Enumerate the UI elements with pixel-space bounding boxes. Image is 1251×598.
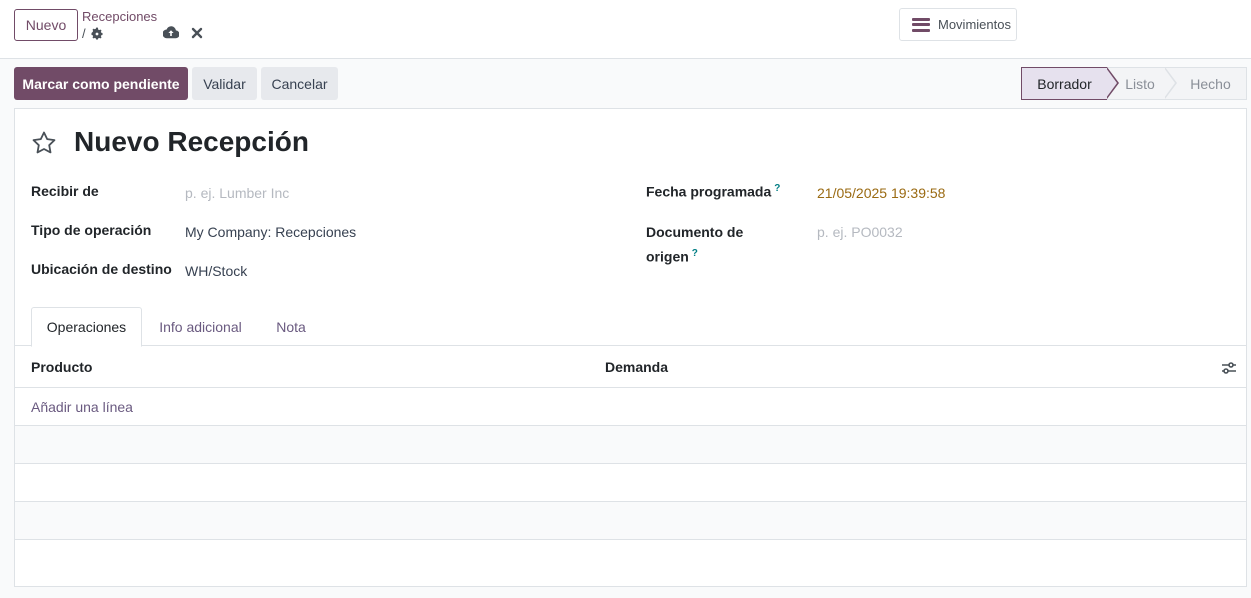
mark-as-todo-button[interactable]: Marcar como pendiente — [14, 67, 188, 100]
tab-operations[interactable]: Operaciones — [31, 307, 142, 347]
table-row — [15, 426, 1246, 464]
column-settings-icon[interactable] — [1221, 360, 1237, 376]
stage-done-label: Hecho — [1190, 75, 1231, 92]
help-tooltip-icon[interactable]: ? — [774, 183, 780, 194]
record-title: Nuevo Recepción — [74, 126, 309, 157]
hamburger-icon — [912, 17, 930, 32]
gear-icon[interactable] — [90, 27, 104, 41]
destination-location-field[interactable]: WH/Stock — [185, 263, 247, 279]
stage-done[interactable]: Hecho — [1165, 67, 1247, 100]
stage-arrow — [1164, 67, 1177, 99]
breadcrumb-separator: / — [82, 26, 86, 41]
source-document-label: Documento de origen? — [646, 222, 743, 268]
breadcrumb: Recepciones / — [82, 9, 157, 41]
close-icon[interactable] — [191, 26, 203, 39]
tab-additional-info[interactable]: Info adicional — [153, 307, 248, 346]
stage-pipeline: Borrador Listo Hecho — [1021, 67, 1247, 100]
stage-draft[interactable]: Borrador — [1021, 67, 1119, 100]
stage-ready-label: Listo — [1125, 75, 1155, 92]
table-row — [15, 464, 1246, 502]
column-header-product[interactable]: Producto — [31, 359, 92, 375]
new-button[interactable]: Nuevo — [14, 9, 78, 41]
source-document-label-line1: Documento de — [646, 224, 744, 240]
column-header-demand[interactable]: Demanda — [605, 359, 668, 375]
scheduled-date-label: Fecha programada? — [646, 183, 780, 200]
receive-from-label: Recibir de — [31, 183, 99, 199]
help-tooltip-icon[interactable]: ? — [692, 248, 698, 259]
star-icon[interactable] — [31, 130, 57, 156]
control-panel: Nuevo Recepciones / Movimientos — [0, 0, 1251, 59]
movements-button[interactable]: Movimientos — [899, 8, 1017, 41]
source-document-label-line2: origen — [646, 248, 689, 265]
scheduled-date-field[interactable]: 21/05/2025 19:39:58 — [817, 185, 945, 201]
validate-button[interactable]: Validar — [192, 67, 257, 100]
notebook-tabs: Operaciones Info adicional Nota — [15, 307, 1246, 347]
table-row: Añadir una línea — [15, 388, 1246, 426]
scheduled-date-label-text: Fecha programada — [646, 183, 772, 200]
operation-type-field[interactable]: My Company: Recepciones — [185, 224, 356, 240]
status-bar: Marcar como pendiente Validar Cancelar B… — [0, 60, 1251, 108]
table-row — [15, 502, 1246, 540]
receive-from-input[interactable]: p. ej. Lumber Inc — [185, 185, 289, 201]
table-header: Producto Demanda — [15, 347, 1246, 388]
operation-type-label: Tipo de operación — [31, 222, 152, 238]
cloud-upload-icon[interactable] — [162, 25, 180, 39]
movements-button-label: Movimientos — [938, 17, 1011, 32]
add-line-link[interactable]: Añadir una línea — [31, 399, 133, 415]
source-document-input[interactable]: p. ej. PO0032 — [817, 224, 903, 240]
tab-note[interactable]: Nota — [273, 307, 309, 346]
stage-arrow — [1106, 67, 1119, 99]
form-sheet: Nuevo Recepción Recibir de p. ej. Lumber… — [14, 108, 1247, 587]
destination-location-label: Ubicación de destino — [31, 261, 172, 277]
breadcrumb-parent-link[interactable]: Recepciones — [82, 9, 157, 24]
cancel-button[interactable]: Cancelar — [261, 67, 338, 100]
stage-draft-label: Borrador — [1037, 75, 1092, 92]
